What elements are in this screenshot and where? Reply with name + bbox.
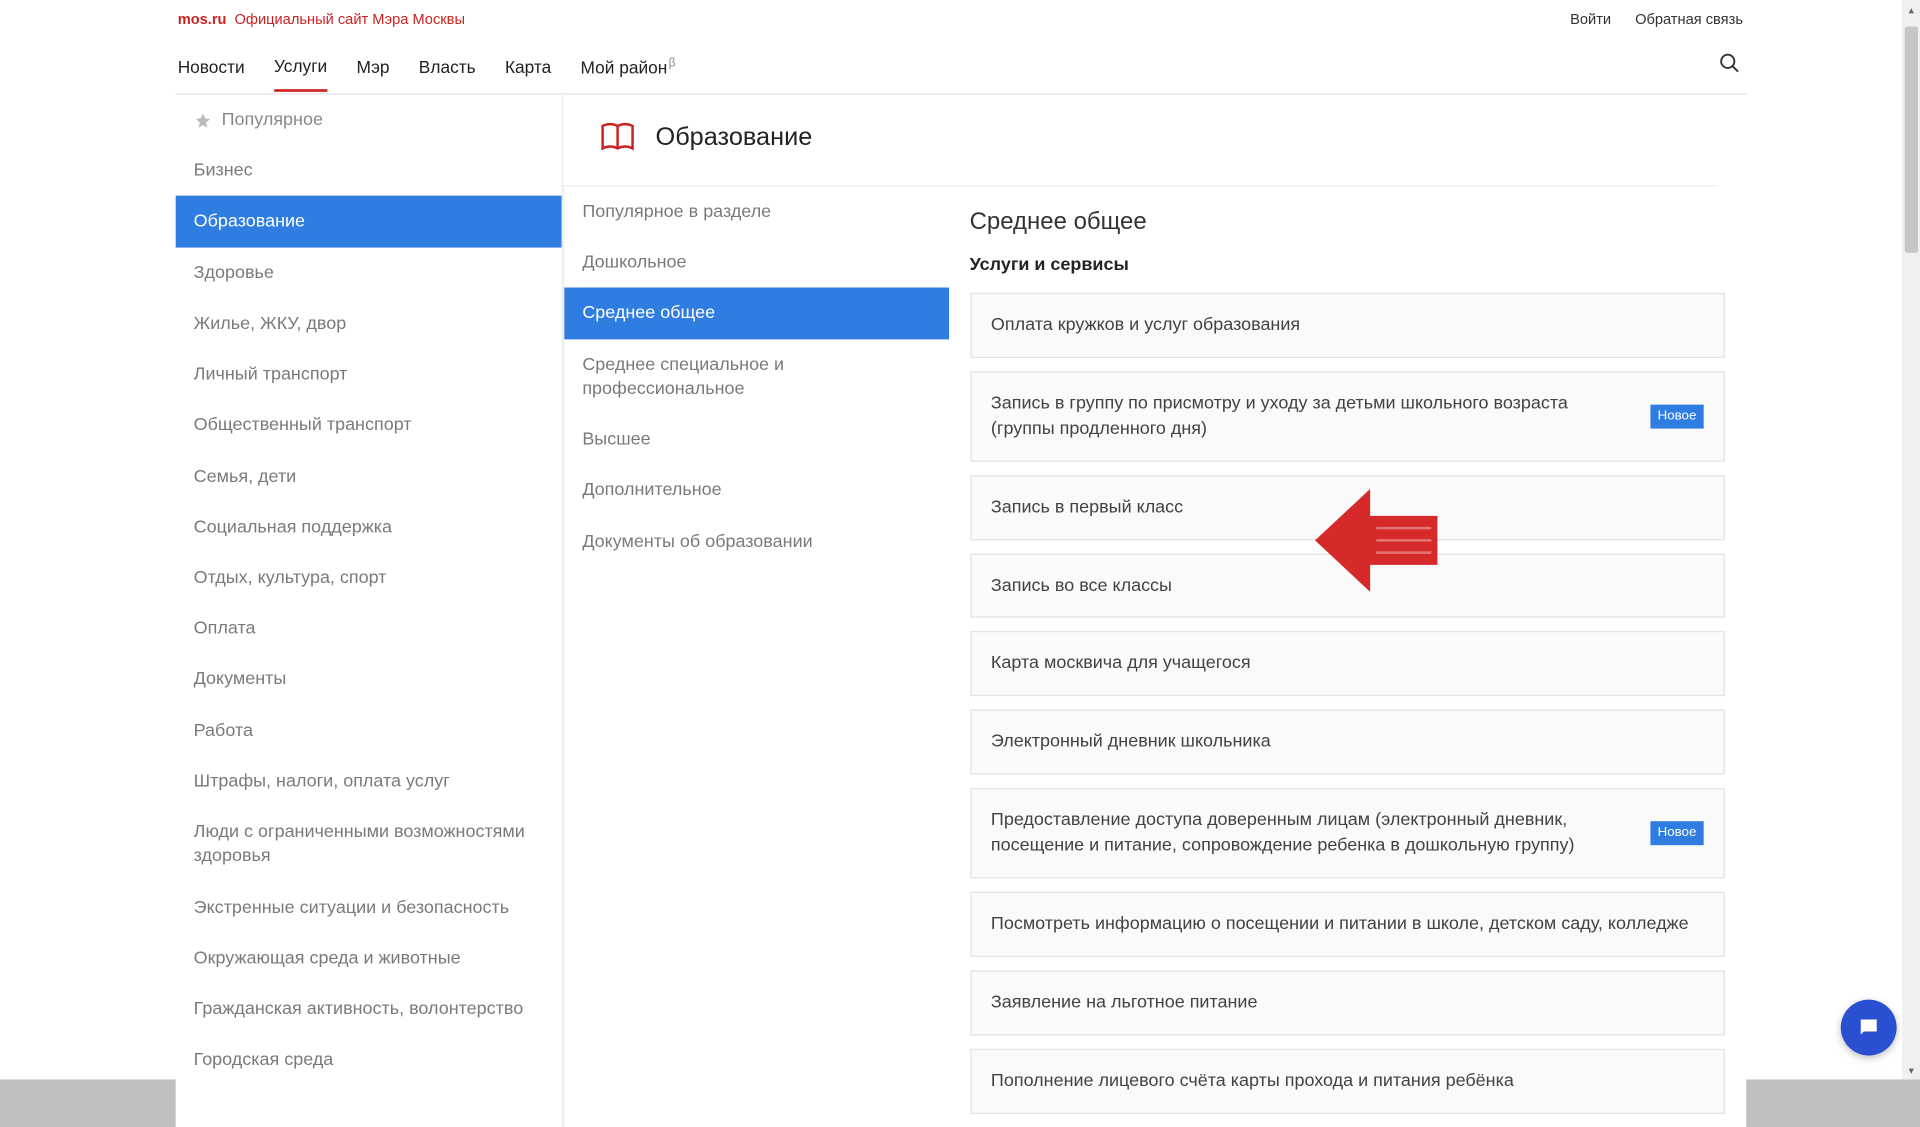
service-card[interactable]: Заявление на льготное питание: [970, 970, 1725, 1035]
subsidebar-item[interactable]: Дополнительное: [564, 465, 949, 516]
subsidebar-item[interactable]: Среднее общее: [564, 288, 949, 339]
service-card[interactable]: Запись в группу по присмотру и уходу за …: [970, 371, 1725, 461]
service-label: Запись в группу по присмотру и уходу за …: [991, 391, 1635, 441]
service-card[interactable]: Предоставление доступа доверенным лицам …: [970, 788, 1725, 878]
new-badge: Новое: [1651, 404, 1703, 428]
service-label: Предоставление доступа доверенным лицам …: [991, 808, 1635, 858]
chat-icon: [1857, 1016, 1881, 1040]
sidebar-item[interactable]: Бизнес: [175, 145, 561, 196]
subsidebar-item[interactable]: Дошкольное: [564, 237, 949, 288]
sidebar-item[interactable]: Семья, дети: [175, 451, 561, 502]
sidebar-item[interactable]: Документы: [175, 654, 561, 705]
login-link[interactable]: Войти: [1570, 12, 1611, 28]
subsidebar-item[interactable]: Среднее специальное и профессиональное: [564, 339, 949, 414]
section-header: Образование: [562, 95, 1716, 187]
sidebar-item[interactable]: Оплата: [175, 603, 561, 654]
sidebar-item[interactable]: Экстренные ситуации и безопасность: [175, 882, 561, 933]
nav-district[interactable]: Мой районβ: [581, 42, 676, 92]
tagline: Официальный сайт Мэра Москвы: [235, 12, 465, 28]
main-nav: Новости Услуги Мэр Власть Карта Мой райо…: [175, 40, 1746, 95]
sidebar-item[interactable]: Работа: [175, 705, 561, 756]
service-label: Пополнение лицевого счёта карты прохода …: [991, 1069, 1514, 1094]
star-icon: [194, 111, 211, 128]
subsidebar-item[interactable]: Популярное в разделе: [564, 186, 949, 237]
service-card[interactable]: Запись в первый класс: [970, 475, 1725, 540]
main-content: Среднее общее Услуги и сервисы Оплата кр…: [948, 186, 1745, 1127]
sidebar-item[interactable]: Здоровье: [175, 247, 561, 298]
service-card[interactable]: Карта москвича для учащегося: [970, 631, 1725, 696]
sidebar-item-popular[interactable]: Популярное: [175, 95, 561, 146]
service-label: Карта москвича для учащегося: [991, 651, 1251, 676]
sidebar-item[interactable]: Жилье, ЖКУ, двор: [175, 298, 561, 349]
new-badge: Новое: [1651, 821, 1703, 845]
scrollbar[interactable]: ▴ ▾: [1902, 0, 1920, 1079]
services-subheading: Услуги и сервисы: [970, 254, 1725, 274]
service-label: Запись во все классы: [991, 573, 1172, 598]
scroll-thumb[interactable]: [1905, 27, 1918, 253]
category-sidebar: Популярное БизнесОбразованиеЗдоровьеЖиль…: [175, 95, 561, 1127]
sidebar-item[interactable]: Личный транспорт: [175, 349, 561, 400]
section-title: Образование: [656, 124, 813, 153]
sidebar-item[interactable]: Городская среда: [175, 1034, 561, 1085]
book-icon: [597, 118, 637, 158]
sidebar-item[interactable]: Штрафы, налоги, оплата услуг: [175, 756, 561, 807]
service-label: Заявление на льготное питание: [991, 990, 1258, 1015]
sidebar-item[interactable]: Люди с ограниченными возможностями здоро…: [175, 807, 561, 882]
sidebar-label: Популярное: [222, 108, 323, 132]
sidebar-item[interactable]: Общественный транспорт: [175, 400, 561, 451]
search-icon[interactable]: [1718, 52, 1741, 81]
brand-logo[interactable]: mos.ru: [178, 12, 227, 28]
service-label: Посмотреть информацию о посещении и пита…: [991, 912, 1689, 937]
nav-services[interactable]: Услуги: [274, 41, 327, 92]
service-card[interactable]: Пополнение лицевого счёта карты прохода …: [970, 1049, 1725, 1114]
sidebar-item[interactable]: Образование: [175, 196, 561, 247]
service-card[interactable]: Посмотреть информацию о посещении и пита…: [970, 892, 1725, 957]
nav-mayor[interactable]: Мэр: [356, 43, 389, 91]
service-label: Электронный дневник школьника: [991, 730, 1271, 755]
chat-button[interactable]: [1841, 1000, 1897, 1056]
service-card[interactable]: Запись во все классы: [970, 553, 1725, 618]
feedback-link[interactable]: Обратная связь: [1635, 12, 1743, 28]
service-card[interactable]: Электронный дневник школьника: [970, 710, 1725, 775]
nav-map[interactable]: Карта: [505, 43, 551, 91]
subcategory-sidebar: Популярное в разделеДошкольноеСреднее об…: [562, 186, 948, 1127]
sidebar-item[interactable]: Социальная поддержка: [175, 501, 561, 552]
nav-government[interactable]: Власть: [419, 43, 476, 91]
sidebar-item[interactable]: Гражданская активность, волонтерство: [175, 984, 561, 1035]
scroll-down-icon[interactable]: ▾: [1902, 1061, 1920, 1080]
service-label: Запись в первый класс: [991, 495, 1183, 520]
service-label: Оплата кружков и услуг образования: [991, 313, 1300, 338]
subsidebar-item[interactable]: Документы об образовании: [564, 516, 949, 567]
sidebar-item[interactable]: Отдых, культура, спорт: [175, 552, 561, 603]
service-card[interactable]: Оплата кружков и услуг образования: [970, 293, 1725, 358]
topbar: mos.ru Официальный сайт Мэра Москвы Войт…: [175, 0, 1746, 40]
subsidebar-item[interactable]: Высшее: [564, 414, 949, 465]
scroll-up-icon[interactable]: ▴: [1902, 0, 1920, 19]
sidebar-item[interactable]: Окружающая среда и животные: [175, 933, 561, 984]
nav-news[interactable]: Новости: [178, 43, 245, 91]
page-title: Среднее общее: [970, 208, 1725, 236]
